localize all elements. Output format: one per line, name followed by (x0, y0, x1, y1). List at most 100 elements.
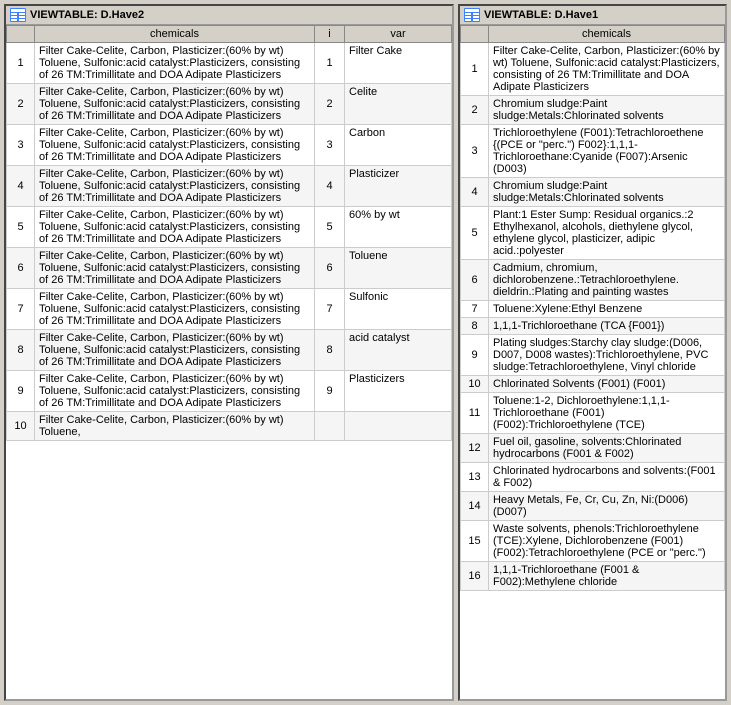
row-var: acid catalyst (345, 330, 452, 371)
row-number: 8 (7, 330, 35, 371)
right-table-title: VIEWTABLE: D.Have1 (460, 6, 725, 25)
row-number: 12 (461, 434, 489, 463)
row-number: 7 (461, 301, 489, 318)
row-chemicals: Cadmium, chromium, dichlorobenzene.:Tetr… (489, 260, 725, 301)
row-var: Celite (345, 84, 452, 125)
row-var: Plasticizer (345, 166, 452, 207)
row-chemicals: Chlorinated Solvents (F001) (F001) (489, 376, 725, 393)
row-i (315, 412, 345, 441)
row-chemicals: Filter Cake-Celite, Carbon, Plasticizer:… (35, 371, 315, 412)
row-number: 10 (461, 376, 489, 393)
row-number: 4 (461, 178, 489, 207)
row-number: 14 (461, 492, 489, 521)
row-chemicals: Plant:1 Ester Sump: Residual organics.:2… (489, 207, 725, 260)
table-row: 3Filter Cake-Celite, Carbon, Plasticizer… (7, 125, 452, 166)
row-var: Plasticizers (345, 371, 452, 412)
row-chemicals: Filter Cake-Celite, Carbon, Plasticizer:… (35, 84, 315, 125)
col-header-i-left: i (315, 26, 345, 43)
row-number: 11 (461, 393, 489, 434)
row-var: Carbon (345, 125, 452, 166)
row-i: 2 (315, 84, 345, 125)
row-chemicals: Filter Cake-Celite, Carbon, Plasticizer:… (35, 207, 315, 248)
table-row: 161,1,1-Trichloroethane (F001 & F002):Me… (461, 562, 725, 591)
table-row: 1Filter Cake-Celite, Carbon, Plasticizer… (7, 43, 452, 84)
row-chemicals: Chlorinated hydrocarbons and solvents:(F… (489, 463, 725, 492)
table-row: 7Toluene:Xylene:Ethyl Benzene (461, 301, 725, 318)
row-number: 6 (461, 260, 489, 301)
table-row: 9Filter Cake-Celite, Carbon, Plasticizer… (7, 371, 452, 412)
table-row: 6Filter Cake-Celite, Carbon, Plasticizer… (7, 248, 452, 289)
row-var (345, 412, 452, 441)
col-header-chemicals-right: chemicals (489, 26, 725, 43)
row-chemicals: Waste solvents, phenols:Trichloroethylen… (489, 521, 725, 562)
row-var: Toluene (345, 248, 452, 289)
row-i: 7 (315, 289, 345, 330)
row-chemicals: Filter Cake-Celite, Carbon, Plasticizer:… (489, 43, 725, 96)
col-header-num-right (461, 26, 489, 43)
col-header-var-left: var (345, 26, 452, 43)
row-number: 13 (461, 463, 489, 492)
right-title-text: VIEWTABLE: D.Have1 (484, 9, 598, 21)
row-number: 8 (461, 318, 489, 335)
row-chemicals: 1,1,1-Trichloroethane (F001 & F002):Meth… (489, 562, 725, 591)
table-row: 10Filter Cake-Celite, Carbon, Plasticize… (7, 412, 452, 441)
row-chemicals: Chromium sludge:Paint sludge:Metals:Chlo… (489, 178, 725, 207)
row-chemicals: 1,1,1-Trichloroethane (TCA {F001}) (489, 318, 725, 335)
row-number: 2 (7, 84, 35, 125)
row-number: 1 (461, 43, 489, 96)
row-chemicals: Filter Cake-Celite, Carbon, Plasticizer:… (35, 412, 315, 441)
table-row: 81,1,1-Trichloroethane (TCA {F001}) (461, 318, 725, 335)
table-row: 4Chromium sludge:Paint sludge:Metals:Chl… (461, 178, 725, 207)
table-row: 2Chromium sludge:Paint sludge:Metals:Chl… (461, 96, 725, 125)
row-number: 2 (461, 96, 489, 125)
table-row: 8Filter Cake-Celite, Carbon, Plasticizer… (7, 330, 452, 371)
right-table-container[interactable]: chemicals 1Filter Cake-Celite, Carbon, P… (460, 25, 725, 699)
table-row: 10Chlorinated Solvents (F001) (F001) (461, 376, 725, 393)
row-var: Filter Cake (345, 43, 452, 84)
row-number: 7 (7, 289, 35, 330)
table-row: 4Filter Cake-Celite, Carbon, Plasticizer… (7, 166, 452, 207)
row-i: 4 (315, 166, 345, 207)
row-i: 9 (315, 371, 345, 412)
left-table: chemicals i var 1Filter Cake-Celite, Car… (6, 25, 452, 441)
table-row: 12Fuel oil, gasoline, solvents:Chlorinat… (461, 434, 725, 463)
row-number: 3 (461, 125, 489, 178)
row-number: 5 (7, 207, 35, 248)
row-chemicals: Trichloroethylene (F001):Tetrachloroethe… (489, 125, 725, 178)
row-i: 5 (315, 207, 345, 248)
left-viewtable: VIEWTABLE: D.Have2 chemicals i var 1Filt… (4, 4, 454, 701)
left-table-title: VIEWTABLE: D.Have2 (6, 6, 452, 25)
right-viewtable: VIEWTABLE: D.Have1 chemicals 1Filter Cak… (458, 4, 727, 701)
table-row: 6Cadmium, chromium, dichlorobenzene.:Tet… (461, 260, 725, 301)
row-chemicals: Filter Cake-Celite, Carbon, Plasticizer:… (35, 248, 315, 289)
row-var: 60% by wt (345, 207, 452, 248)
row-chemicals: Filter Cake-Celite, Carbon, Plasticizer:… (35, 289, 315, 330)
table-row: 2Filter Cake-Celite, Carbon, Plasticizer… (7, 84, 452, 125)
table-row: 14Heavy Metals, Fe, Cr, Cu, Zn, Ni:(D006… (461, 492, 725, 521)
row-chemicals: Filter Cake-Celite, Carbon, Plasticizer:… (35, 43, 315, 84)
row-number: 1 (7, 43, 35, 84)
left-table-container[interactable]: chemicals i var 1Filter Cake-Celite, Car… (6, 25, 452, 699)
table-row: 1Filter Cake-Celite, Carbon, Plasticizer… (461, 43, 725, 96)
col-header-num-left (7, 26, 35, 43)
left-title-text: VIEWTABLE: D.Have2 (30, 9, 144, 21)
row-i: 6 (315, 248, 345, 289)
table-row: 11Toluene:1-2, Dichloroethylene:1,1,1-Tr… (461, 393, 725, 434)
table-icon-right (464, 8, 480, 22)
row-i: 3 (315, 125, 345, 166)
row-chemicals: Filter Cake-Celite, Carbon, Plasticizer:… (35, 166, 315, 207)
row-chemicals: Chromium sludge:Paint sludge:Metals:Chlo… (489, 96, 725, 125)
row-chemicals: Heavy Metals, Fe, Cr, Cu, Zn, Ni:(D006) … (489, 492, 725, 521)
row-number: 4 (7, 166, 35, 207)
row-i: 8 (315, 330, 345, 371)
row-chemicals: Toluene:Xylene:Ethyl Benzene (489, 301, 725, 318)
row-var: Sulfonic (345, 289, 452, 330)
row-number: 5 (461, 207, 489, 260)
table-row: 15Waste solvents, phenols:Trichloroethyl… (461, 521, 725, 562)
row-chemicals: Plating sludges:Starchy clay sludge:(D00… (489, 335, 725, 376)
row-number: 10 (7, 412, 35, 441)
table-icon-left (10, 8, 26, 22)
row-number: 6 (7, 248, 35, 289)
table-row: 7Filter Cake-Celite, Carbon, Plasticizer… (7, 289, 452, 330)
row-chemicals: Filter Cake-Celite, Carbon, Plasticizer:… (35, 125, 315, 166)
